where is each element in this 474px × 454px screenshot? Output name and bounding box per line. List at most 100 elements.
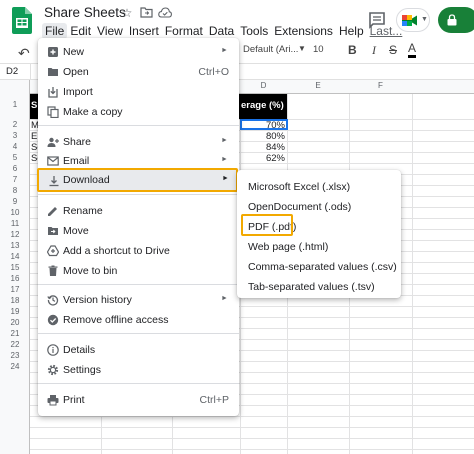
row-header[interactable]: 14 (0, 252, 30, 261)
document-title[interactable]: Share Sheets (44, 5, 126, 20)
row-header[interactable]: 21 (0, 329, 30, 338)
file-menu-details-label: Details (63, 344, 96, 356)
file-menu-make-copy[interactable]: Make a copy (38, 102, 239, 122)
column-header-f[interactable]: F (349, 81, 412, 90)
column-header-d[interactable]: D (240, 81, 287, 90)
bold-button[interactable]: B (348, 43, 357, 57)
submenu-arrow-icon: ► (221, 156, 228, 163)
row-header[interactable]: 4 (0, 142, 30, 151)
submenu-arrow-icon: ► (221, 295, 228, 302)
menu-view[interactable]: View (94, 23, 126, 39)
file-menu-open-label: Open (63, 66, 89, 78)
italic-button[interactable]: I (372, 43, 376, 58)
row-header[interactable]: 10 (0, 208, 30, 217)
undo-icon[interactable]: ↶ (18, 45, 30, 62)
file-menu-share-label: Share (63, 136, 92, 148)
comments-icon[interactable] (368, 11, 386, 29)
menu-file[interactable]: File (42, 23, 68, 39)
menu-insert[interactable]: Insert (126, 23, 162, 39)
row-header[interactable]: 11 (0, 219, 30, 228)
file-menu-move-label: Move (63, 225, 89, 237)
file-menu-settings-label: Settings (63, 364, 101, 376)
row-header[interactable]: 18 (0, 296, 30, 305)
row-header[interactable]: 23 (0, 351, 30, 360)
font-size-select[interactable]: 10 (313, 44, 324, 55)
row-divider (0, 438, 474, 439)
row-header[interactable]: 6 (0, 164, 30, 173)
row-header[interactable]: 2 (0, 120, 30, 129)
row-header[interactable]: 24 (0, 362, 30, 371)
share-button[interactable] (438, 7, 474, 33)
file-menu-move-to-bin[interactable]: Move to bin (38, 261, 239, 281)
download-ods[interactable]: OpenDocument (.ods) (248, 201, 351, 213)
file-menu-new[interactable]: New ► (38, 42, 239, 62)
cell-d3[interactable]: 80% (240, 131, 285, 142)
file-menu-add-shortcut[interactable]: Add a shortcut to Drive (38, 241, 239, 261)
file-menu-share[interactable]: Share ► (38, 132, 239, 152)
menu-extensions[interactable]: Extensions (271, 23, 336, 39)
row-header[interactable]: 3 (0, 131, 30, 140)
strikethrough-button[interactable]: S (389, 43, 397, 57)
file-menu-open[interactable]: Open Ctrl+O (38, 62, 239, 82)
download-tsv[interactable]: Tab-separated values (.tsv) (248, 281, 375, 293)
row-header[interactable]: 5 (0, 153, 30, 162)
menu-help[interactable]: Help (336, 23, 367, 39)
font-dropdown-icon[interactable]: ▼ (298, 44, 306, 53)
cell-d4[interactable]: 84% (240, 142, 285, 153)
bin-icon (48, 265, 58, 276)
history-icon (47, 295, 59, 306)
file-menu-remove-offline[interactable]: Remove offline access (38, 310, 239, 330)
row-header[interactable]: 9 (0, 197, 30, 206)
file-menu-import[interactable]: Import (38, 82, 239, 102)
menu-separator (38, 194, 239, 195)
row-header[interactable]: 19 (0, 307, 30, 316)
row-header[interactable]: 20 (0, 318, 30, 327)
file-menu-move[interactable]: Move (38, 221, 239, 241)
meet-button[interactable]: ▼ (396, 8, 430, 32)
file-menu-new-label: New (63, 46, 85, 58)
download-csv[interactable]: Comma-separated values (.csv) (248, 261, 397, 273)
font-family-select[interactable]: Default (Ari... (243, 44, 298, 55)
row-header[interactable]: 13 (0, 241, 30, 250)
row-header[interactable]: 16 (0, 274, 30, 283)
menu-edit[interactable]: Edit (67, 23, 94, 39)
column-header-e[interactable]: E (287, 81, 349, 90)
menu-tools[interactable]: Tools (237, 23, 271, 39)
download-xlsx[interactable]: Microsoft Excel (.xlsx) (248, 181, 350, 193)
row-header[interactable]: 12 (0, 230, 30, 239)
sheets-logo-icon[interactable] (12, 7, 32, 34)
new-icon (48, 47, 58, 57)
row-header[interactable]: 7 (0, 175, 30, 184)
menu-data[interactable]: Data (206, 23, 237, 39)
shortcut-label: Ctrl+P (199, 394, 229, 406)
star-icon[interactable]: ☆ (120, 6, 134, 20)
row-header[interactable]: 1 (0, 100, 30, 109)
cell-d5[interactable]: 62% (240, 153, 285, 164)
file-menu-settings[interactable]: Settings (38, 360, 239, 380)
offline-icon (47, 314, 59, 326)
open-folder-icon (48, 68, 58, 76)
row-header[interactable]: 17 (0, 285, 30, 294)
cloud-saved-icon[interactable] (158, 7, 172, 18)
file-menu-remove-offline-label: Remove offline access (63, 314, 169, 326)
row-header[interactable]: 15 (0, 263, 30, 272)
name-box[interactable]: D2 (6, 66, 18, 77)
file-menu-import-label: Import (63, 86, 93, 98)
header-cell-d1[interactable]: erage (%) (241, 100, 284, 111)
file-menu-email-label: Email (63, 155, 90, 167)
menu-bar: File Edit View Insert Format Data Tools … (42, 23, 405, 39)
file-menu-rename[interactable]: Rename (38, 201, 239, 221)
file-menu-details[interactable]: Details (38, 340, 239, 360)
menu-separator (38, 125, 239, 126)
row-header[interactable]: 8 (0, 186, 30, 195)
row-header[interactable]: 22 (0, 340, 30, 349)
file-menu-download[interactable]: Download ► (37, 168, 238, 192)
print-icon (47, 395, 59, 406)
download-html[interactable]: Web page (.html) (248, 241, 328, 253)
file-menu-version-history[interactable]: Version history ► (38, 290, 239, 310)
menu-format[interactable]: Format (162, 23, 206, 39)
move-icon (48, 227, 58, 235)
move-folder-icon[interactable] (140, 7, 153, 18)
text-color-button[interactable]: A (408, 42, 417, 58)
file-menu-print[interactable]: Print Ctrl+P (38, 390, 239, 410)
